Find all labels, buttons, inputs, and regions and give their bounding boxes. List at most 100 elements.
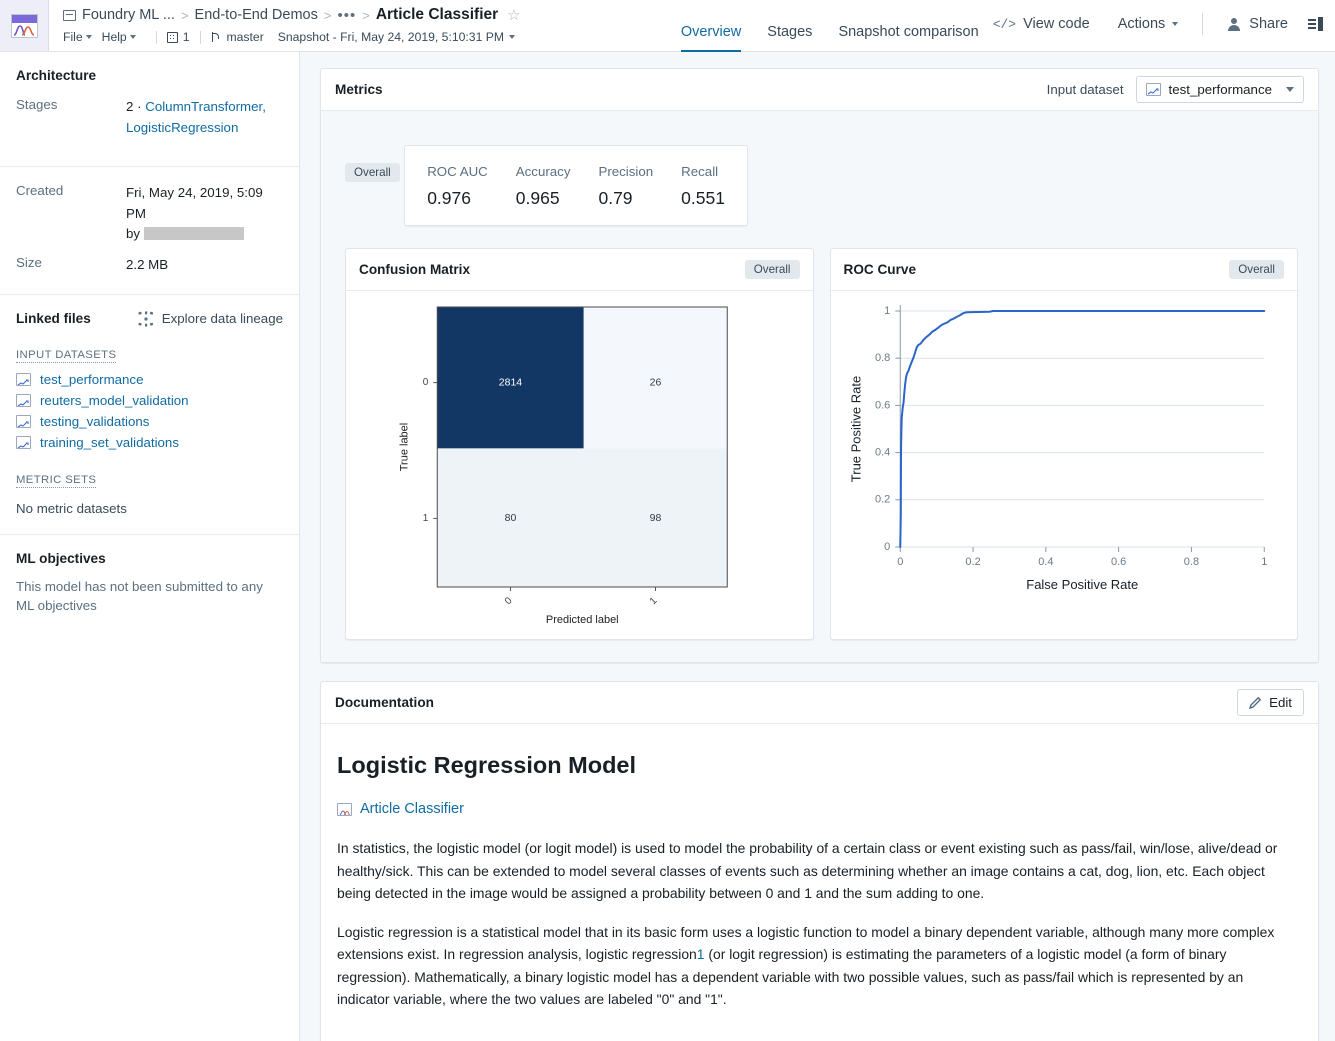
stages-label: Stages — [16, 97, 58, 112]
input-dataset-select[interactable]: test_performance — [1135, 76, 1304, 103]
stages-count: 2 · — [126, 99, 146, 114]
metrics-card: Metrics Input dataset test_performance O… — [320, 68, 1319, 663]
metric-value: 0.976 — [427, 188, 471, 208]
actions-menu-button[interactable]: Actions — [1104, 16, 1193, 32]
documentation-title: Documentation — [335, 695, 434, 710]
tab-overview[interactable]: Overview — [680, 24, 742, 52]
logo-curve-icon — [13, 24, 34, 36]
svg-text:True label: True label — [398, 423, 410, 472]
created-section: Created Fri, May 24, 2019, 5:09 PM by Si… — [0, 167, 299, 295]
created-label: Created — [16, 183, 64, 199]
list-item[interactable]: test_performance — [16, 372, 283, 387]
file-menu-button[interactable]: File — [63, 30, 102, 44]
documentation-link-label: Article Classifier — [360, 801, 464, 817]
linked-files-section: Linked files Explore data lineage INPUT … — [0, 295, 299, 535]
branch-name[interactable]: master — [227, 30, 264, 44]
svg-text:2814: 2814 — [499, 376, 523, 388]
breadcrumb: Foundry ML ... > End-to-End Demos > ••• … — [63, 4, 671, 26]
edit-documentation-button[interactable]: Edit — [1237, 689, 1304, 716]
organization-count: 1 — [182, 30, 190, 44]
breadcrumb-item-project[interactable]: Foundry ML ... — [82, 7, 175, 23]
linked-files-header: Linked files Explore data lineage — [16, 311, 283, 327]
chevron-down-icon — [1172, 22, 1179, 26]
metric-sets-empty-text: No metric datasets — [16, 500, 127, 516]
model-app-logo-icon — [10, 13, 38, 38]
list-item[interactable]: testing_validations — [16, 414, 283, 429]
confusion-matrix-pill: Overall — [744, 260, 800, 279]
favorite-star-icon[interactable]: ☆ — [507, 6, 520, 24]
selected-dataset-name: test_performance — [1168, 82, 1272, 97]
svg-text:98: 98 — [650, 512, 662, 524]
input-dataset-control: Input dataset test_performance — [1047, 76, 1304, 103]
chevron-down-icon — [1286, 87, 1294, 92]
metric-label: Recall — [681, 164, 719, 179]
svg-text:0: 0 — [897, 556, 903, 568]
pencil-icon — [1249, 696, 1262, 710]
actions-label: Actions — [1117, 16, 1166, 32]
metric-label: ROC AUC — [427, 164, 488, 179]
snapshot-selector[interactable]: Snapshot - Fri, May 24, 2019, 5:10:31 PM — [277, 30, 516, 44]
people-icon — [1227, 17, 1242, 31]
redacted-username — [143, 227, 244, 241]
dataset-icon — [16, 393, 31, 407]
share-button[interactable]: Share — [1213, 16, 1302, 32]
documentation-heading: Logistic Regression Model — [337, 752, 637, 778]
documentation-model-link[interactable]: Article Classifier — [337, 801, 1302, 817]
svg-text:False Positive Rate: False Positive Rate — [1026, 577, 1138, 592]
content-area: Metrics Input dataset test_performance O… — [300, 52, 1335, 1041]
svg-text:0.2: 0.2 — [965, 556, 980, 568]
sidebar: Architecture Stages 2 · ColumnTransforme… — [0, 52, 300, 1041]
breadcrumb-separator-icon: > — [323, 7, 332, 23]
architecture-title: Architecture — [16, 68, 97, 83]
stage-link-columntransformer[interactable]: ColumnTransformer, — [145, 99, 266, 114]
explore-data-lineage-button[interactable]: Explore data lineage — [138, 311, 283, 327]
tab-snapshot-comparison[interactable]: Snapshot comparison — [838, 24, 978, 52]
svg-text:0.8: 0.8 — [1183, 556, 1198, 568]
metric-roc-auc: ROC AUC 0.976 — [427, 164, 488, 209]
architecture-section: Architecture Stages 2 · ColumnTransforme… — [0, 52, 299, 168]
documentation-header: Documentation Edit — [321, 682, 1318, 724]
roc-curve-pill: Overall — [1229, 260, 1284, 279]
app-logo-cell[interactable] — [0, 0, 49, 51]
tab-stages[interactable]: Stages — [767, 24, 812, 52]
list-item[interactable]: training_set_validations — [16, 435, 283, 450]
breadcrumb-overflow-button[interactable]: ••• — [337, 7, 356, 24]
help-menu-button[interactable]: Help — [102, 30, 146, 44]
dataset-icon — [16, 414, 31, 428]
lineage-icon — [138, 311, 154, 327]
metric-accuracy: Accuracy 0.965 — [516, 164, 571, 209]
stage-link-logisticregression[interactable]: LogisticRegression — [126, 120, 238, 135]
documentation-paragraph-1: In statistics, the logistic model (or lo… — [337, 840, 1278, 902]
linked-files-title: Linked files — [16, 311, 91, 327]
main-tabs: Overview Stages Snapshot comparison — [680, 0, 979, 52]
divider — [199, 30, 201, 44]
branch-icon — [211, 31, 222, 43]
svg-text:0: 0 — [884, 541, 890, 553]
view-code-button[interactable]: </> View code — [979, 16, 1104, 32]
breadcrumb-and-meta: Foundry ML ... > End-to-End Demos > ••• … — [49, 0, 671, 51]
snapshot-label: Snapshot - Fri, May 24, 2019, 5:10:31 PM — [277, 30, 505, 44]
svg-text:Predicted label: Predicted label — [546, 614, 619, 626]
metric-label: Precision — [598, 164, 654, 179]
list-item[interactable]: reuters_model_validation — [16, 393, 283, 408]
svg-text:0.6: 0.6 — [874, 399, 889, 411]
dataset-name: training_set_validations — [40, 434, 179, 450]
metric-value: 0.551 — [681, 188, 725, 208]
svg-text:1: 1 — [884, 305, 890, 317]
organization-icon — [166, 31, 178, 43]
model-icon — [337, 802, 352, 816]
code-icon: </> — [992, 16, 1017, 32]
citation-marker[interactable]: 1 — [697, 946, 705, 962]
svg-text:1: 1 — [648, 595, 660, 607]
metrics-body: Overall ROC AUC 0.976 Accuracy 0.965 Pre… — [321, 111, 1318, 662]
toggle-side-panel-button[interactable] — [1308, 17, 1323, 31]
size-label: Size — [16, 255, 42, 271]
divider — [1202, 13, 1204, 35]
dataset-name: test_performance — [40, 371, 144, 387]
svg-text:0.4: 0.4 — [874, 447, 889, 459]
breadcrumb-item-folder[interactable]: End-to-End Demos — [195, 7, 318, 23]
svg-text:0.8: 0.8 — [874, 352, 889, 364]
svg-text:1: 1 — [423, 513, 429, 524]
stages-row: Stages 2 · ColumnTransformer, LogisticRe… — [16, 97, 283, 138]
metric-precision: Precision 0.79 — [598, 164, 653, 209]
